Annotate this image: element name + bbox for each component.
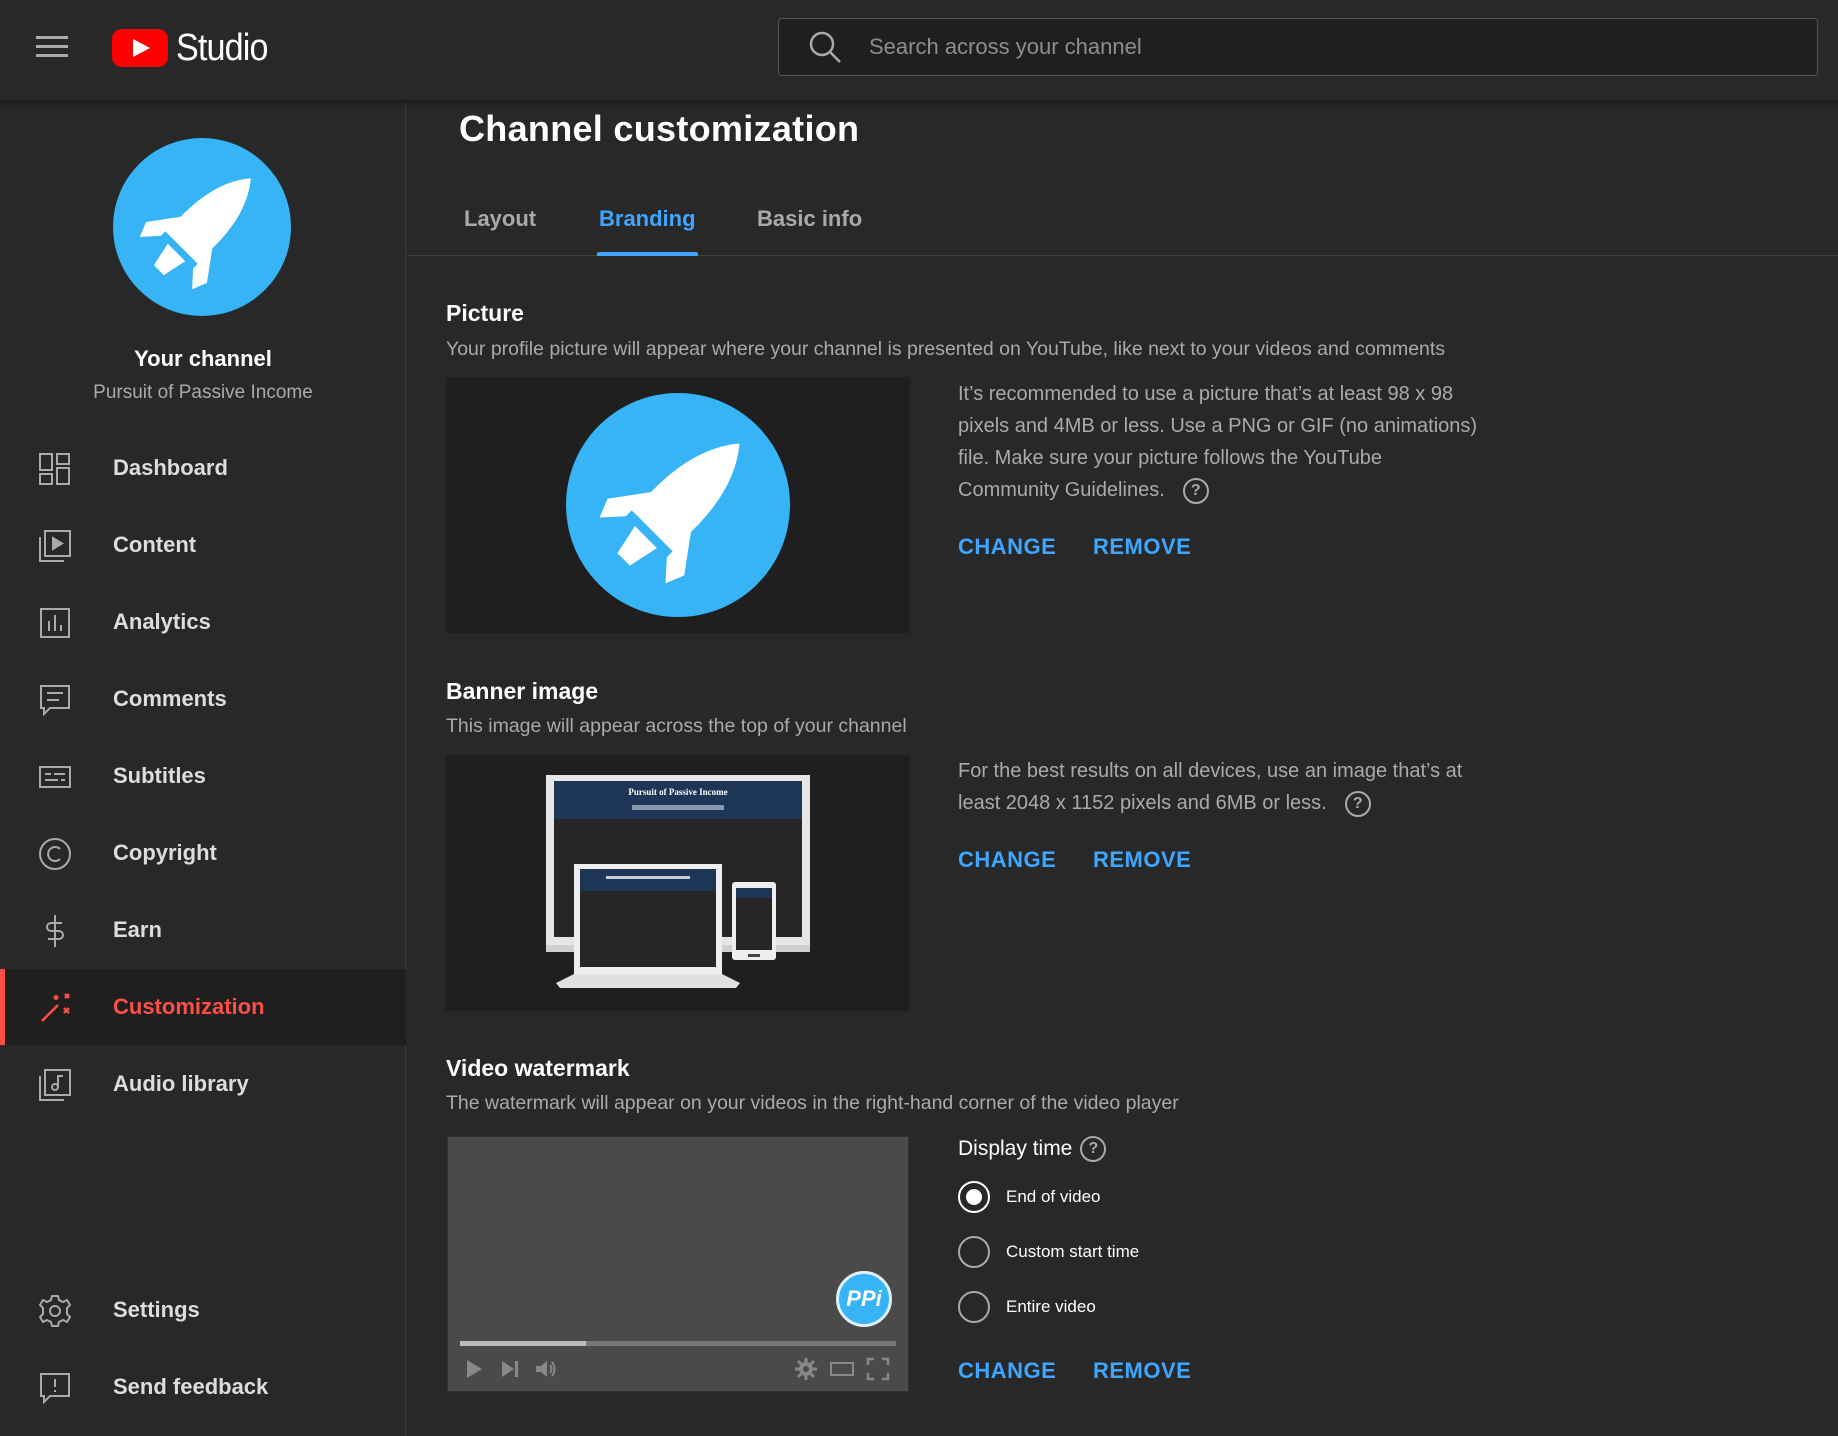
watermark-logo: PPi (836, 1271, 892, 1327)
sidebar-item-label: Analytics (113, 609, 211, 634)
picture-info: It’s recommended to use a picture that’s… (958, 378, 1478, 506)
sidebar-item-label: Subtitles (113, 763, 206, 788)
sidebar-item-earn[interactable]: Earn (0, 892, 406, 968)
watermark-change-button[interactable]: CHANGE (958, 1358, 1056, 1384)
radio-label: Custom start time (1006, 1242, 1140, 1261)
rocket-icon (139, 178, 251, 290)
sidebar-item-settings[interactable]: Settings (0, 1272, 406, 1348)
devices-preview-icon: Pursuit of Passive Income (546, 775, 810, 988)
tab-bar: Layout Branding Basic info (407, 184, 1838, 256)
sidebar: Your channel Pursuit of Passive Income D… (0, 100, 406, 1436)
subtitles-icon (39, 766, 71, 788)
watermark-remove-button[interactable]: REMOVE (1093, 1358, 1191, 1384)
sidebar-item-audio-library[interactable]: Audio library (0, 1046, 406, 1122)
picture-remove-button[interactable]: REMOVE (1093, 534, 1191, 560)
top-bar: Studio (0, 0, 1838, 100)
help-icon[interactable]: ? (1344, 790, 1371, 817)
tab-branding[interactable]: Branding (597, 206, 698, 256)
rocket-icon (566, 393, 790, 617)
next-icon[interactable] (498, 1357, 522, 1381)
channel-name: Pursuit of Passive Income (93, 382, 313, 403)
sidebar-item-label: Dashboard (113, 455, 228, 480)
sidebar-item-label: Comments (113, 686, 227, 711)
watermark-section-title: Video watermark (446, 1055, 630, 1081)
sidebar-item-label: Customization (113, 994, 265, 1019)
radio-button[interactable] (958, 1291, 990, 1323)
earn-icon (46, 915, 64, 947)
display-time-label: Display time ? (958, 1136, 1107, 1162)
studio-logo[interactable]: Studio (112, 26, 278, 69)
sidebar-item-dashboard[interactable]: Dashboard (0, 430, 406, 506)
watermark-section-description: The watermark will appear on your videos… (446, 1092, 1179, 1114)
youtube-play-icon (112, 29, 168, 67)
volume-icon[interactable] (534, 1357, 558, 1381)
dashboard-icon (39, 453, 70, 485)
banner-title-text: Pursuit of Passive Income (628, 787, 727, 797)
banner-section-title: Banner image (446, 678, 599, 704)
help-icon[interactable]: ? (1182, 477, 1209, 504)
video-progress-bar[interactable] (460, 1341, 896, 1346)
copyright-icon (39, 838, 71, 870)
radio-button[interactable] (958, 1236, 990, 1268)
tab-basic-info[interactable]: Basic info (757, 206, 862, 256)
sidebar-item-copyright[interactable]: Copyright (0, 815, 406, 891)
banner-preview: Pursuit of Passive Income (446, 755, 910, 1011)
radio-end-of-video[interactable]: End of video (958, 1180, 1101, 1214)
comments-icon (40, 685, 70, 717)
picture-preview (446, 377, 910, 633)
banner-info-text: For the best results on all devices, use… (958, 760, 1463, 814)
banner-remove-button[interactable]: REMOVE (1093, 847, 1191, 873)
search-input[interactable] (869, 34, 1817, 60)
sidebar-item-customization[interactable]: Customization (0, 969, 406, 1045)
picture-section-description: Your profile picture will appear where y… (446, 338, 1446, 360)
watermark-video-preview: PPi (447, 1136, 909, 1392)
tab-layout[interactable]: Layout (464, 206, 536, 256)
audio-library-icon (39, 1069, 71, 1101)
gear-icon (38, 1295, 72, 1327)
sidebar-item-label: Send feedback (113, 1374, 269, 1399)
sidebar-item-label: Content (113, 532, 197, 557)
sidebar-item-analytics[interactable]: Analytics (0, 584, 406, 660)
channel-title: Your channel (134, 346, 272, 371)
sidebar-item-subtitles[interactable]: Subtitles (0, 738, 406, 814)
help-icon[interactable]: ? (1080, 1136, 1107, 1162)
customization-icon (41, 993, 70, 1022)
logo-text: Studio (176, 26, 268, 69)
content-icon (39, 530, 71, 562)
analytics-icon (40, 608, 70, 638)
sidebar-item-label: Earn (113, 917, 162, 942)
radio-custom-start-time[interactable]: Custom start time (958, 1235, 1139, 1269)
sidebar-item-comments[interactable]: Comments (0, 661, 406, 737)
sidebar-item-content[interactable]: Content (0, 507, 406, 583)
search-bar[interactable] (778, 18, 1818, 76)
sidebar-item-send-feedback[interactable]: Send feedback (0, 1349, 406, 1425)
hamburger-menu-icon[interactable] (36, 30, 74, 64)
page-title: Channel customization (459, 108, 860, 149)
picture-section-title: Picture (446, 300, 524, 326)
sidebar-item-label: Audio library (113, 1071, 249, 1096)
radio-entire-video[interactable]: Entire video (958, 1290, 1096, 1324)
radio-button[interactable] (958, 1181, 990, 1213)
display-time-text: Display time (958, 1137, 1073, 1160)
sidebar-item-label: Settings (113, 1297, 200, 1322)
banner-section-description: This image will appear across the top of… (446, 715, 907, 737)
picture-info-text: It’s recommended to use a picture that’s… (958, 383, 1478, 501)
search-icon[interactable] (807, 29, 843, 65)
video-progress-fill (460, 1341, 587, 1346)
settings-gear-icon[interactable] (794, 1357, 818, 1381)
radio-label: Entire video (1006, 1297, 1096, 1316)
picture-change-button[interactable]: CHANGE (958, 534, 1056, 560)
feedback-icon (40, 1373, 70, 1405)
banner-change-button[interactable]: CHANGE (958, 847, 1056, 873)
channel-avatar[interactable] (113, 138, 291, 316)
fullscreen-icon[interactable] (866, 1357, 890, 1381)
theater-mode-icon[interactable] (830, 1357, 854, 1381)
play-icon[interactable] (462, 1357, 486, 1381)
banner-info: For the best results on all devices, use… (958, 755, 1478, 819)
radio-label: End of video (1006, 1187, 1101, 1206)
sidebar-item-label: Copyright (113, 840, 217, 865)
main-content: Channel customization Layout Branding Ba… (407, 100, 1838, 1436)
